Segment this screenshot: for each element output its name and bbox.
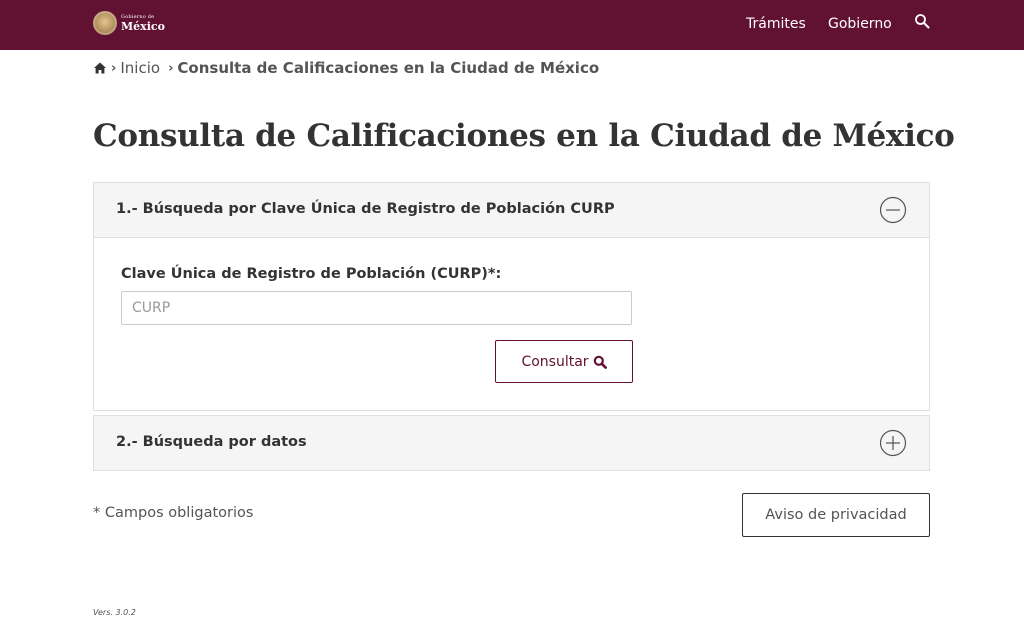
search-icon: [593, 355, 607, 369]
top-navbar: Gobierno de México Trámites Gobierno: [0, 0, 1024, 50]
curp-field-label: Clave Única de Registro de Población (CU…: [121, 266, 502, 282]
version-label: Vers. 3.0.2: [93, 608, 136, 617]
breadcrumb: › Inicio › Consulta de Calificaciones en…: [93, 59, 599, 77]
panel-data-title: 2.- Búsqueda por datos: [116, 434, 307, 450]
plus-circle-icon[interactable]: [879, 429, 907, 457]
panel-curp-heading[interactable]: 1.- Búsqueda por Clave Única de Registro…: [94, 183, 929, 238]
consultar-button-label: Consultar: [521, 353, 589, 370]
breadcrumb-inicio-link[interactable]: Inicio: [120, 59, 160, 77]
home-icon[interactable]: [93, 61, 107, 75]
national-seal-icon: [93, 11, 117, 35]
nav-tramites-link[interactable]: Trámites: [746, 16, 806, 32]
panel-data-search: 2.- Búsqueda por datos: [93, 415, 930, 471]
breadcrumb-separator: ›: [111, 60, 117, 76]
required-fields-note: * Campos obligatorios: [93, 505, 254, 521]
breadcrumb-current: Consulta de Calificaciones en la Ciudad …: [177, 59, 600, 77]
nav-gobierno-link[interactable]: Gobierno: [828, 16, 892, 32]
gobierno-mexico-logo[interactable]: Gobierno de México: [93, 10, 165, 36]
panel-curp-search: 1.- Búsqueda por Clave Única de Registro…: [93, 182, 930, 411]
curp-input[interactable]: [121, 291, 632, 325]
logo-line-2: México: [121, 19, 165, 33]
consultar-button[interactable]: Consultar: [495, 340, 633, 383]
search-icon[interactable]: [914, 13, 930, 29]
minus-circle-icon[interactable]: [879, 196, 907, 224]
logo-line-1: Gobierno de: [121, 13, 155, 20]
panel-data-heading[interactable]: 2.- Búsqueda por datos: [94, 416, 929, 470]
privacy-notice-button[interactable]: Aviso de privacidad: [742, 493, 930, 537]
breadcrumb-separator: ›: [168, 60, 174, 76]
logo-text: Gobierno de México: [121, 13, 165, 33]
page-title: Consulta de Calificaciones en la Ciudad …: [93, 118, 955, 154]
panel-curp-title: 1.- Búsqueda por Clave Única de Registro…: [116, 201, 615, 217]
